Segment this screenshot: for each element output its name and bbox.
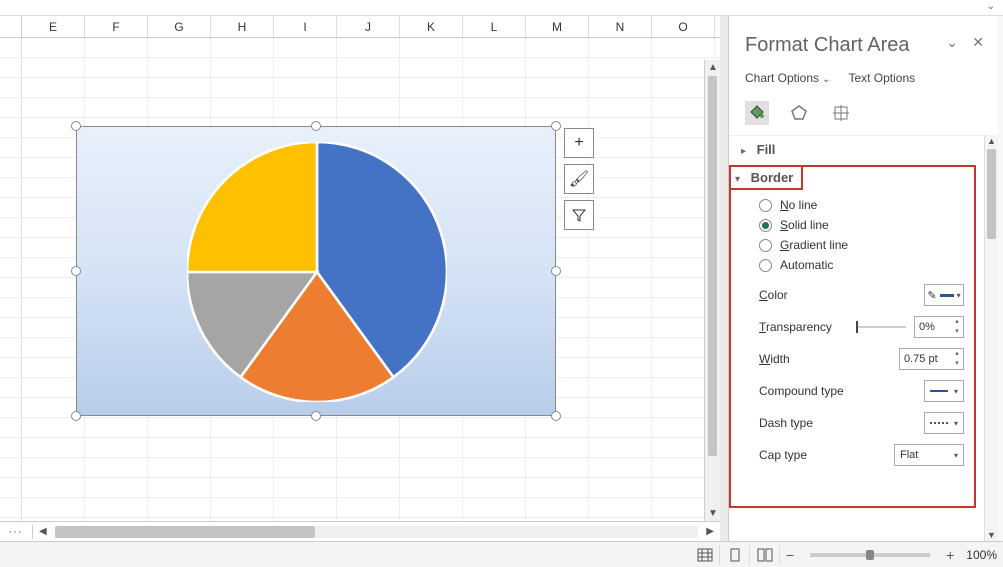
dash-type-dropdown[interactable]: ▾ <box>924 412 964 434</box>
spreadsheet: E F G H I J K L M N O <box>0 16 720 541</box>
collapse-icon[interactable]: ⌄ <box>946 34 958 51</box>
normal-view-button[interactable] <box>692 545 720 565</box>
column-header[interactable]: E <box>22 16 85 37</box>
resize-handle[interactable] <box>71 411 81 421</box>
scroll-track[interactable] <box>55 526 699 538</box>
chart-styles-button[interactable]: 🖌 <box>564 164 594 194</box>
label-transparency: Transparency <box>759 320 856 334</box>
resize-handle[interactable] <box>551 121 561 131</box>
scroll-thumb[interactable] <box>708 76 717 456</box>
resize-handle[interactable] <box>311 121 321 131</box>
scroll-left-icon[interactable]: ◀ <box>33 526 53 537</box>
resize-handle[interactable] <box>551 266 561 276</box>
column-headers: E F G H I J K L M N O <box>0 16 720 38</box>
scroll-right-icon[interactable]: ▶ <box>700 526 720 537</box>
plus-icon: + <box>574 134 583 152</box>
tab-chart-options[interactable]: Chart Options⌄ <box>745 71 830 85</box>
horizontal-scrollbar: ⋯ ◀ ▶ <box>0 521 720 541</box>
column-header[interactable]: H <box>211 16 274 37</box>
funnel-icon <box>571 207 587 223</box>
fill-line-tab[interactable] <box>745 101 769 125</box>
section-border[interactable]: ▾ Border <box>729 165 803 190</box>
brush-icon: 🖌 <box>569 169 589 189</box>
compound-type-dropdown[interactable]: ▾ <box>924 380 964 402</box>
zoom-in-button[interactable]: + <box>942 547 958 563</box>
pane-scrollbar[interactable]: ▲ ▼ <box>984 135 998 541</box>
column-header[interactable]: I <box>274 16 337 37</box>
chevron-down-icon: ▾ <box>735 174 747 185</box>
pen-icon: ✎ <box>927 289 936 302</box>
status-bar: − + 100% <box>0 541 1003 567</box>
width-input[interactable]: 0.75 pt▴▾ <box>899 348 964 370</box>
close-icon[interactable]: ✕ <box>972 34 984 51</box>
zoom-level[interactable]: 100% <box>966 548 997 562</box>
scroll-down-icon[interactable]: ▼ <box>987 530 996 540</box>
chart-object[interactable] <box>76 126 556 416</box>
column-header[interactable]: K <box>400 16 463 37</box>
grid-icon <box>697 548 713 562</box>
chevron-right-icon: ▸ <box>741 146 753 157</box>
radio-no-line[interactable]: No line <box>759 198 964 212</box>
radio-automatic[interactable]: Automatic <box>759 258 964 272</box>
page-break-view-button[interactable] <box>752 545 780 565</box>
transparency-input[interactable]: 0%▴▾ <box>914 316 964 338</box>
effects-tab[interactable] <box>787 101 811 125</box>
chevron-down-icon: ⌄ <box>822 74 830 85</box>
scroll-down-icon[interactable]: ▼ <box>708 508 718 519</box>
column-header[interactable]: L <box>463 16 526 37</box>
scroll-up-icon[interactable]: ▲ <box>987 136 996 146</box>
cell-grid[interactable]: + 🖌 ▲ ▼ <box>0 38 720 521</box>
scroll-up-icon[interactable]: ▲ <box>708 62 718 73</box>
label-cap: Cap type <box>759 448 894 462</box>
page-icon <box>727 548 743 562</box>
label-color: Color <box>759 288 924 302</box>
scroll-thumb[interactable] <box>987 149 996 239</box>
chart-elements-button[interactable]: + <box>564 128 594 158</box>
size-properties-tab[interactable] <box>829 101 853 125</box>
page-layout-view-button[interactable] <box>722 545 750 565</box>
resize-handle[interactable] <box>71 121 81 131</box>
pagebreak-icon <box>757 548 773 562</box>
scroll-thumb[interactable] <box>55 526 315 538</box>
cap-type-dropdown[interactable]: Flat▾ <box>894 444 964 466</box>
formula-bar-expand-icon[interactable]: ⌄ <box>987 1 995 12</box>
chart-filter-button[interactable] <box>564 200 594 230</box>
tab-text-options[interactable]: Text Options <box>848 71 915 85</box>
column-header[interactable]: N <box>589 16 652 37</box>
pentagon-icon <box>789 103 809 123</box>
column-header[interactable]: J <box>337 16 400 37</box>
formula-bar-collapsed: ⌄ <box>0 0 1003 16</box>
vertical-scrollbar[interactable]: ▲ ▼ <box>704 60 720 521</box>
radio-gradient-line[interactable]: Gradient line <box>759 238 964 252</box>
sheet-picker-icon[interactable]: ⋯ <box>0 523 32 540</box>
label-width: Width <box>759 352 899 366</box>
size-icon <box>831 103 851 123</box>
column-header[interactable]: G <box>148 16 211 37</box>
radio-solid-line[interactable]: Solid line <box>759 218 964 232</box>
resize-handle[interactable] <box>311 411 321 421</box>
column-header[interactable]: O <box>652 16 715 37</box>
resize-handle[interactable] <box>551 411 561 421</box>
resize-handle[interactable] <box>71 266 81 276</box>
label-compound: Compound type <box>759 384 924 398</box>
color-picker[interactable]: ✎▾ <box>924 284 964 306</box>
zoom-out-button[interactable]: − <box>782 547 798 563</box>
format-pane: Format Chart Area ⌄ ✕ Chart Options⌄ Tex… <box>728 16 998 541</box>
select-all-corner[interactable] <box>0 16 22 37</box>
transparency-slider[interactable] <box>856 326 906 328</box>
section-fill[interactable]: ▸ Fill <box>729 136 984 163</box>
paint-bucket-icon <box>747 103 767 123</box>
pie-chart[interactable] <box>187 142 447 402</box>
column-header[interactable]: M <box>526 16 589 37</box>
column-header[interactable]: F <box>85 16 148 37</box>
chevron-down-icon: ▾ <box>957 291 961 300</box>
label-dash: Dash type <box>759 416 924 430</box>
